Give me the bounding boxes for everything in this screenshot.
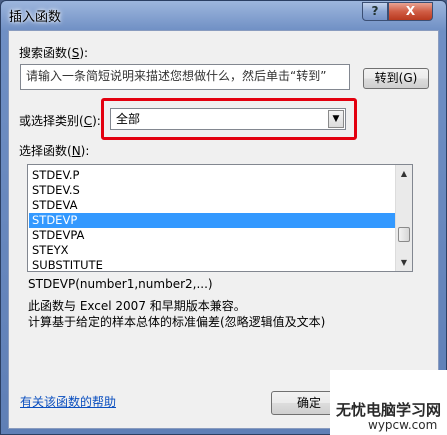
category-selected-value: 全部 xyxy=(116,112,141,126)
close-button[interactable]: X xyxy=(388,2,433,21)
search-label: 搜索函数(S): xyxy=(19,46,89,60)
function-list[interactable]: STDEV.P STDEV.S STDEVA STDEVP STDEVPA ST… xyxy=(27,164,413,272)
function-list-label: 选择函数(N): xyxy=(19,144,90,158)
category-label: 或选择类别(C): xyxy=(19,114,101,128)
title-bar[interactable]: 插入函数 ? X xyxy=(1,1,446,29)
chevron-down-icon[interactable]: ▼ xyxy=(328,110,344,128)
scroll-up-icon[interactable]: ▲ xyxy=(397,166,411,181)
watermark: 无忧电脑学习网 wypcw.com xyxy=(330,370,447,435)
search-input[interactable]: 请输入一条简短说明来描述您想做什么，然后单击“转到” xyxy=(20,64,350,90)
function-help-link[interactable]: 有关该函数的帮助 xyxy=(20,393,116,410)
list-scrollbar[interactable]: ▲ ▼ xyxy=(395,165,412,271)
goto-button[interactable]: 转到(G) xyxy=(363,68,429,89)
category-select[interactable]: 全部 ▼ xyxy=(110,108,346,130)
help-button[interactable]: ? xyxy=(362,2,388,21)
scroll-down-icon[interactable]: ▼ xyxy=(397,255,411,270)
list-item[interactable]: STDEV.S xyxy=(29,183,396,198)
function-signature: STDEVP(number1,number2,...) xyxy=(28,277,213,291)
watermark-url: wypcw.com xyxy=(368,418,438,432)
list-item-selected[interactable]: STDEVP xyxy=(29,213,396,228)
list-item[interactable]: STDEVPA xyxy=(29,228,396,243)
list-item[interactable]: STDEV.P xyxy=(29,168,396,183)
list-item[interactable]: SUBSTITUTE xyxy=(29,258,396,271)
scroll-thumb[interactable] xyxy=(398,227,410,242)
list-item[interactable]: STEYX xyxy=(29,243,396,258)
list-item[interactable]: STDEVA xyxy=(29,198,396,213)
watermark-text: 无忧电脑学习网 xyxy=(336,401,442,419)
compat-note: 此函数与 Excel 2007 和早期版本兼容。 xyxy=(28,299,246,313)
function-description: 计算基于给定的样本总体的标准偏差(忽略逻辑值及文本) xyxy=(28,315,326,329)
dialog-title: 插入函数 xyxy=(9,10,62,25)
